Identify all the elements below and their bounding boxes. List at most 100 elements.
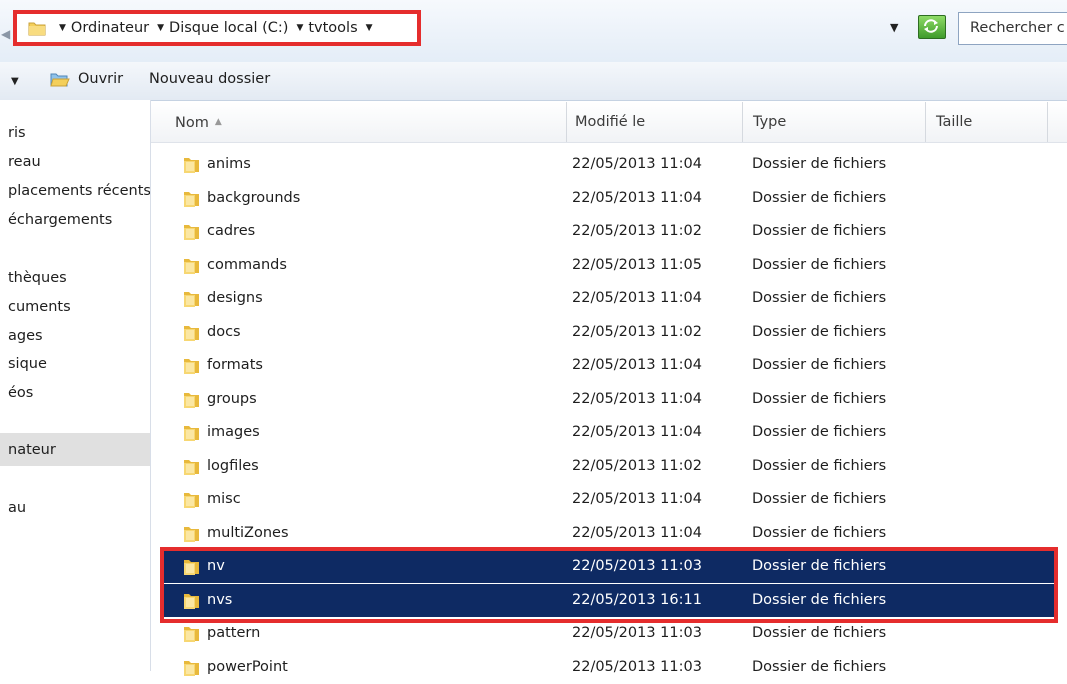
file-name[interactable]: formats (207, 349, 263, 382)
file-type: Dossier de fichiers (752, 658, 887, 675)
nav-item[interactable]: thèques (8, 270, 67, 286)
breadcrumb-item[interactable]: ▼ tvtools (292, 20, 361, 36)
nav-item-selected[interactable]: nateur (8, 442, 56, 458)
file-row[interactable]: designs 22/05/2013 11:04 Dossier de fichie… (151, 282, 1067, 315)
folder-icon (184, 158, 199, 173)
folder-icon (184, 593, 199, 609)
file-name[interactable]: nvs (207, 584, 232, 617)
column-header-type[interactable]: Type (743, 102, 926, 142)
file-type: Dossier de fichiers (752, 457, 887, 474)
file-modified: 22/05/2013 11:02 (572, 457, 702, 474)
file-name[interactable]: anims (207, 148, 251, 181)
file-modified: 22/05/2013 11:04 (572, 424, 702, 440)
folder-icon (184, 359, 199, 374)
file-row-selected[interactable]: nv 22/05/2013 11:03 Dossier de fichiers (164, 550, 1054, 583)
folder-icon (28, 22, 46, 36)
file-modified: 22/05/2013 11:02 (572, 323, 702, 340)
file-modified: 22/05/2013 16:11 (572, 591, 702, 608)
file-row[interactable]: images 22/05/2013 11:04 Dossier de fichier… (151, 416, 1067, 449)
file-name[interactable]: multiZones (207, 517, 289, 550)
file-name[interactable]: backgrounds (207, 182, 300, 215)
file-modified: 22/05/2013 11:04 (572, 290, 702, 306)
file-modified: 22/05/2013 11:02 (572, 223, 702, 239)
file-type: Dossier de fichiers (752, 558, 887, 574)
open-button[interactable]: Ouvrir (78, 71, 123, 87)
file-modified: 22/05/2013 11:03 (572, 658, 702, 675)
file-name[interactable]: powerPoint (207, 651, 288, 684)
back-chevron-icon[interactable]: ◀ (1, 27, 10, 41)
file-row[interactable]: cadres 22/05/2013 11:02 Dossier de fichier… (151, 215, 1067, 248)
folder-icon (184, 426, 199, 441)
file-type: Dossier de fichiers (752, 357, 887, 373)
file-name[interactable]: misc (207, 483, 241, 516)
chevron-right-icon: ▼ (157, 23, 165, 33)
file-modified: 22/05/2013 11:04 (572, 491, 702, 507)
file-type: Dossier de fichiers (752, 223, 887, 239)
file-modified: 22/05/2013 11:03 (572, 625, 702, 641)
file-row[interactable]: anims 22/05/2013 11:04 Dossier de fichiers (151, 148, 1067, 181)
toolbar: ▼ Ouvrir Nouveau dossier (0, 62, 1067, 101)
file-modified: 22/05/2013 11:04 (572, 357, 702, 373)
file-type: Dossier de fichiers (752, 323, 887, 340)
file-modified: 22/05/2013 11:04 (572, 189, 702, 206)
nav-item[interactable]: cuments (8, 299, 71, 315)
file-name[interactable]: images (207, 416, 260, 449)
address-bar: ◀ ▼ Ordinateur ▼ Disque local (C:) ▼ tvt… (0, 0, 1067, 62)
file-row-selected[interactable]: nvs 22/05/2013 16:11 Dossier de fichiers (164, 583, 1054, 617)
file-row[interactable]: docs 22/05/2013 11:02 Dossier de fichiers (151, 316, 1067, 349)
file-name[interactable]: pattern (207, 617, 260, 650)
file-type: Dossier de fichiers (752, 189, 887, 206)
chevron-down-icon[interactable]: ▼ (366, 23, 373, 33)
nav-item[interactable]: placements récents (8, 183, 150, 199)
file-row[interactable]: logfiles 22/05/2013 11:02 Dossier de fichi… (151, 450, 1067, 483)
file-row[interactable]: backgrounds 22/05/2013 11:04 Dossier de fi… (151, 182, 1067, 215)
folder-icon (184, 627, 199, 642)
column-header-modified[interactable]: Modifié le (567, 102, 743, 142)
folder-icon (184, 560, 199, 575)
breadcrumb-item[interactable]: ▼ Ordinateur (55, 20, 153, 36)
folder-icon (184, 493, 199, 508)
file-row[interactable]: misc 22/05/2013 11:04 Dossier de fichiers (151, 483, 1067, 516)
refresh-button[interactable] (918, 15, 946, 39)
file-name[interactable]: designs (207, 282, 263, 315)
file-type: Dossier de fichiers (752, 390, 887, 407)
search-input[interactable]: Rechercher c (958, 12, 1067, 45)
nav-item[interactable]: ages (8, 328, 43, 344)
file-name[interactable]: logfiles (207, 450, 259, 483)
file-type: Dossier de fichiers (752, 591, 887, 608)
file-modified: 22/05/2013 11:04 (572, 524, 702, 541)
nav-item[interactable]: échargements (8, 212, 112, 228)
column-header-size[interactable]: Taille (926, 102, 1048, 142)
folder-icon (184, 526, 199, 542)
address-history-dropdown-icon[interactable]: ▼ (890, 21, 898, 34)
file-row[interactable]: formats 22/05/2013 11:04 Dossier de fichie… (151, 349, 1067, 382)
file-name[interactable]: docs (207, 316, 241, 349)
file-name[interactable]: commands (207, 249, 287, 282)
file-name[interactable]: groups (207, 383, 257, 416)
file-row[interactable]: multiZones 22/05/2013 11:04 Dossier de fic… (151, 517, 1067, 550)
file-name[interactable]: cadres (207, 215, 255, 248)
new-folder-button[interactable]: Nouveau dossier (149, 71, 270, 87)
organize-dropdown-icon[interactable]: ▼ (11, 76, 19, 87)
file-name[interactable]: nv (207, 550, 225, 583)
nav-item[interactable]: sique (8, 356, 47, 372)
file-row[interactable]: commands 22/05/2013 11:05 Dossier de fichi… (151, 249, 1067, 282)
file-type: Dossier de fichiers (752, 290, 887, 306)
file-type: Dossier de fichiers (752, 524, 887, 541)
file-row[interactable]: powerPoint 22/05/2013 11:03 Dossier de fic… (151, 651, 1067, 684)
file-type: Dossier de fichiers (752, 625, 887, 641)
breadcrumb-item[interactable]: ▼ Disque local (C:) (153, 20, 292, 36)
chevron-right-icon: ▼ (59, 23, 66, 33)
nav-item[interactable]: reau (8, 154, 41, 170)
file-row[interactable]: groups 22/05/2013 11:04 Dossier de fichier… (151, 383, 1067, 416)
breadcrumb[interactable]: ▼ Ordinateur ▼ Disque local (C:) ▼ tvtoo… (13, 10, 421, 46)
nav-item[interactable]: ris (8, 125, 26, 141)
file-modified: 22/05/2013 11:04 (572, 156, 702, 172)
file-row[interactable]: pattern 22/05/2013 11:03 Dossier de fichie… (151, 617, 1067, 650)
column-header-name[interactable]: Nom ▲ (167, 102, 567, 142)
nav-item[interactable]: éos (8, 385, 33, 401)
column-headers: Nom ▲ Modifié le Type Taille (151, 102, 1067, 143)
nav-item[interactable]: au (8, 500, 26, 516)
file-type: Dossier de fichiers (752, 256, 887, 273)
folder-icon (184, 660, 199, 676)
